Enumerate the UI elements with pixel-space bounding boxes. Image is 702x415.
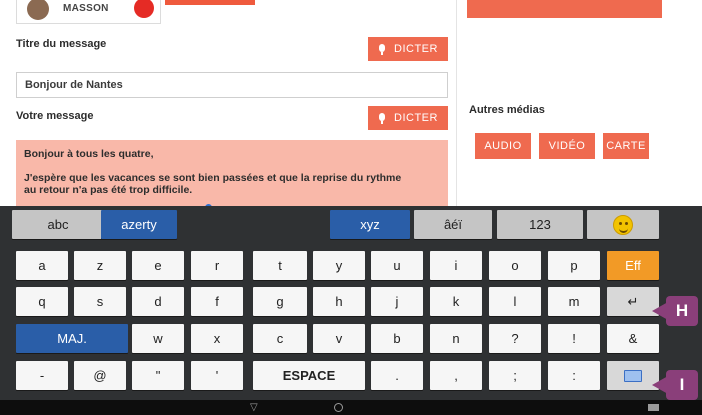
key-apostrophe[interactable]: ' [191,361,243,390]
key-hyphen[interactable]: - [16,361,68,390]
title-input[interactable]: Bonjour de Nantes [16,72,448,98]
key-x[interactable]: x [191,324,243,353]
callout-letter: I [666,370,698,400]
circle-home-icon[interactable] [334,403,343,412]
dictate-label: DICTER [394,43,438,55]
media-title: Autres médias [469,104,545,116]
right-gutter [666,0,702,206]
top-accent-bar [165,0,255,5]
composer-left-column: MASSON Titre du message DICTER Bonjour d… [0,0,455,210]
message-composer: MASSON Titre du message DICTER Bonjour d… [0,0,702,210]
key-s[interactable]: s [74,287,126,316]
key-quote[interactable]: " [132,361,184,390]
delete-key[interactable]: Eff [607,251,659,280]
key-f[interactable]: f [191,287,243,316]
key-comma[interactable]: , [430,361,482,390]
key-w[interactable]: w [132,324,184,353]
key-o[interactable]: o [489,251,541,280]
key-b[interactable]: b [371,324,423,353]
keyboard-status-icon [648,404,659,411]
record-indicator-icon [134,0,154,18]
mode-azerty-key[interactable]: azerty [101,210,177,239]
user-name: MASSON [63,3,109,14]
key-r[interactable]: r [191,251,243,280]
mode-accents-key[interactable]: âéï [414,210,492,239]
dictate-title-button[interactable]: DICTER [368,37,448,61]
triangle-back-icon[interactable]: ▽ [250,402,258,413]
system-nav-bar: ▽ [0,400,702,415]
key-semicolon[interactable]: ; [489,361,541,390]
key-l[interactable]: l [489,287,541,316]
key-t[interactable]: t [253,251,307,280]
key-at[interactable]: @ [74,361,126,390]
emoji-key[interactable] [587,210,659,239]
key-j[interactable]: j [371,287,423,316]
right-top-button[interactable] [467,0,662,18]
mode-numbers-key[interactable]: 123 [497,210,583,239]
onscreen-keyboard: abc azerty xyz âéï 123 a z e r t y u i o… [0,206,702,400]
key-g[interactable]: g [253,287,307,316]
smiley-icon [613,214,633,235]
audio-button[interactable]: AUDIO [475,133,531,159]
map-button[interactable]: CARTE [603,133,649,159]
shift-key[interactable]: MAJ. [16,324,128,353]
key-v[interactable]: v [313,324,365,353]
key-m[interactable]: m [548,287,600,316]
callout-h-marker: H [652,292,700,328]
user-card[interactable]: MASSON [16,0,161,24]
key-exclamation[interactable]: ! [548,324,600,353]
key-a[interactable]: a [16,251,68,280]
key-c[interactable]: c [253,324,307,353]
message-label: Votre message [16,110,94,122]
avatar [27,0,49,20]
mode-abc-key[interactable]: abc [12,210,104,239]
microphone-icon [378,112,386,124]
key-question[interactable]: ? [489,324,541,353]
key-h[interactable]: h [313,287,365,316]
title-label: Titre du message [16,38,107,50]
microphone-icon [378,43,386,55]
dictate-message-button[interactable]: DICTER [368,106,448,130]
key-k[interactable]: k [430,287,482,316]
mode-xyz-key[interactable]: xyz [330,210,410,239]
key-ampersand[interactable]: & [607,324,659,353]
message-line-1: Bonjour à tous les quatre, [24,148,154,160]
key-p[interactable]: p [548,251,600,280]
key-y[interactable]: y [313,251,365,280]
key-z[interactable]: z [74,251,126,280]
key-i[interactable]: i [430,251,482,280]
key-u[interactable]: u [371,251,423,280]
video-button[interactable]: VIDÉO [539,133,595,159]
space-key[interactable]: ESPACE [253,361,365,390]
message-line-2: J'espère que les vacances se sont bien p… [24,172,402,196]
keyboard-icon [624,369,642,382]
key-e[interactable]: e [132,251,184,280]
key-d[interactable]: d [132,287,184,316]
callout-i-marker: I [652,366,700,402]
key-n[interactable]: n [430,324,482,353]
key-period[interactable]: . [371,361,423,390]
composer-right-column: Autres médias AUDIO VIDÉO CARTE [456,0,666,206]
message-textarea[interactable]: Bonjour à tous les quatre, J'espère que … [16,140,448,210]
key-q[interactable]: q [16,287,68,316]
callout-letter: H [666,296,698,326]
dictate-label: DICTER [394,112,438,124]
key-colon[interactable]: : [548,361,600,390]
